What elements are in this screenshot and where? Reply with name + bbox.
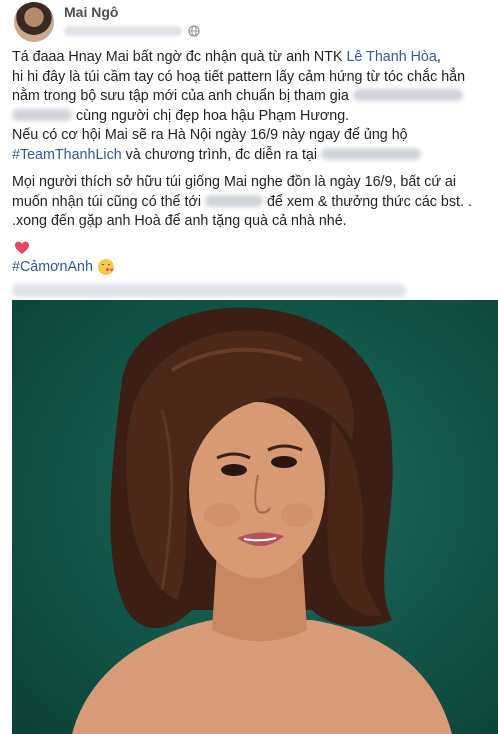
post-header: Mai Ngô [12,2,486,46]
text-segment: Tá đaaa Hnay Mai bất ngờ đc nhận quà từ … [12,49,347,65]
text-segment: , [436,49,441,65]
blurred-text [12,108,72,121]
kiss-icon [97,259,114,276]
text-line: hi hi đây là túi cầm tay có hoạ tiết pat… [12,68,466,85]
text-line: Mọi người thích sở hữu túi giống Mai ngh… [12,174,457,190]
text-segment: cùng người chị đẹp hoa hậu Phạm Hương. [75,107,350,124]
designer-link[interactable]: Lê Thanh Hòa [346,49,436,65]
post-meta [64,24,200,38]
post-text: Tá đaaa Hnay Mai bất ngờ đc nhận quà từ … [12,48,486,297]
avatar[interactable] [14,2,54,42]
text-line: Nếu có cơ hội Mai sẽ ra Hà Nội ngày 16/9… [12,127,408,143]
globe-icon[interactable] [188,25,200,37]
blurred-text [321,147,422,160]
hashtag-teamthanhlich[interactable]: #TeamThanhLich [12,147,122,163]
blurred-text [352,89,463,101]
heart-icon [15,241,29,254]
text-segment: nằm trong bộ sưu tập mới của anh chuẩn b… [12,88,349,104]
hashtag-camonanh[interactable]: #CảmơnAnh [12,258,93,278]
text-segment: và chương trình, đc diễn ra tại [121,146,318,163]
text-segment: muốn nhận túi cũng có thể tới [12,193,202,210]
paragraph-1: Tá đaaa Hnay Mai bất ngờ đc nhận quà từ … [12,48,486,165]
text-line: .xong đến gặp anh Hoà để anh tặng quà cả… [12,213,347,229]
facebook-post: Mai Ngô Tá đaaa Hnay Mai bất ngờ đc nhận… [0,0,498,734]
blurred-timestamp [64,26,182,36]
post-photo[interactable] [12,300,498,734]
paragraph-2: Mọi người thích sở hữu túi giống Mai ngh… [12,173,486,232]
blurred-tags-row [12,284,406,297]
text-segment: để xem & thưởng thức các bst. . [266,193,472,210]
author-name[interactable]: Mai Ngô [64,4,118,20]
blurred-text [205,194,263,207]
portrait-illustration [72,307,452,734]
